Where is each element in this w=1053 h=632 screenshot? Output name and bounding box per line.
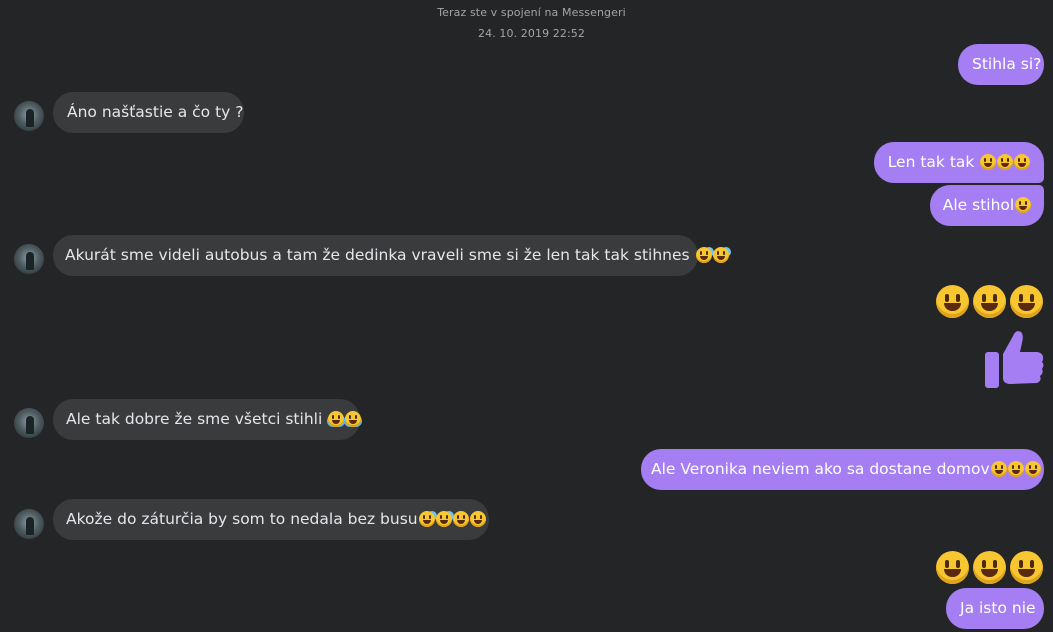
message-bubble-incoming[interactable]: Áno našťastie a čo ty ?	[53, 92, 244, 133]
large-emoji-message[interactable]	[934, 285, 1045, 318]
message-bubble-incoming[interactable]: Ale tak dobre že sme všetci stihli	[53, 399, 362, 440]
large-emoji-message[interactable]	[934, 551, 1045, 584]
message-bubble-outgoing[interactable]: Ja isto nie	[946, 588, 1044, 629]
message-text: Akože do záturčia by som to nedala bez b…	[66, 510, 418, 528]
grinning-face-icon	[997, 154, 1014, 170]
grinning-face-icon	[990, 461, 1007, 477]
thumbs-up-icon[interactable]	[983, 328, 1045, 390]
message-text: Ale stihol	[942, 196, 1015, 214]
grinning-face-icon	[936, 285, 969, 318]
grinning-face-icon	[973, 285, 1006, 318]
tears-of-joy-face-icon	[345, 411, 362, 427]
grinning-sweat-face-icon	[435, 511, 452, 527]
message-text: Len tak tak	[887, 153, 975, 171]
grinning-face-icon	[1024, 461, 1041, 477]
message-bubble-outgoing[interactable]: Ale Veronika neviem ako sa dostane domov	[641, 449, 1044, 490]
avatar[interactable]	[14, 101, 44, 131]
tears-of-joy-face-icon	[973, 551, 1006, 584]
message-text: Ale Veronika neviem ako sa dostane domov	[651, 460, 990, 478]
avatar[interactable]	[14, 509, 44, 539]
message-bubble-outgoing[interactable]: Ale stihol	[930, 185, 1044, 226]
grinning-sweat-face-icon	[712, 247, 729, 263]
connected-notice: Teraz ste v spojení na Messengeri	[437, 6, 626, 19]
grinning-face-icon	[1015, 197, 1032, 213]
grinning-face-icon	[1007, 461, 1024, 477]
message-text: Stihla si?	[972, 55, 1042, 73]
avatar[interactable]	[14, 408, 44, 438]
message-bubble-outgoing[interactable]: Len tak tak	[874, 142, 1044, 183]
message-text: Akurát sme videli autobus a tam že dedin…	[65, 246, 690, 264]
message-text: Ale tak dobre že sme všetci stihli	[66, 410, 323, 428]
grinning-sweat-face-icon	[695, 247, 712, 263]
conversation-timestamp: 24. 10. 2019 22:52	[478, 27, 585, 40]
grinning-sweat-face-icon	[418, 511, 435, 527]
message-text: Ja isto nie	[960, 599, 1036, 617]
avatar[interactable]	[14, 244, 44, 274]
grinning-face-icon	[980, 154, 997, 170]
grinning-face-icon	[1014, 154, 1031, 170]
grimacing-face-icon	[452, 511, 469, 527]
message-bubble-incoming[interactable]: Akože do záturčia by som to nedala bez b…	[53, 499, 489, 540]
tears-of-joy-face-icon	[936, 551, 969, 584]
grinning-face-icon	[1010, 285, 1043, 318]
message-bubble-incoming[interactable]: Akurát sme videli autobus a tam že dedin…	[53, 235, 729, 276]
grimacing-face-icon	[469, 511, 486, 527]
message-bubble-outgoing[interactable]: Stihla si?	[958, 44, 1044, 85]
message-text: Áno našťastie a čo ty ?	[67, 103, 244, 121]
tears-of-joy-face-icon	[328, 411, 345, 427]
tears-of-joy-face-icon	[1010, 551, 1043, 584]
